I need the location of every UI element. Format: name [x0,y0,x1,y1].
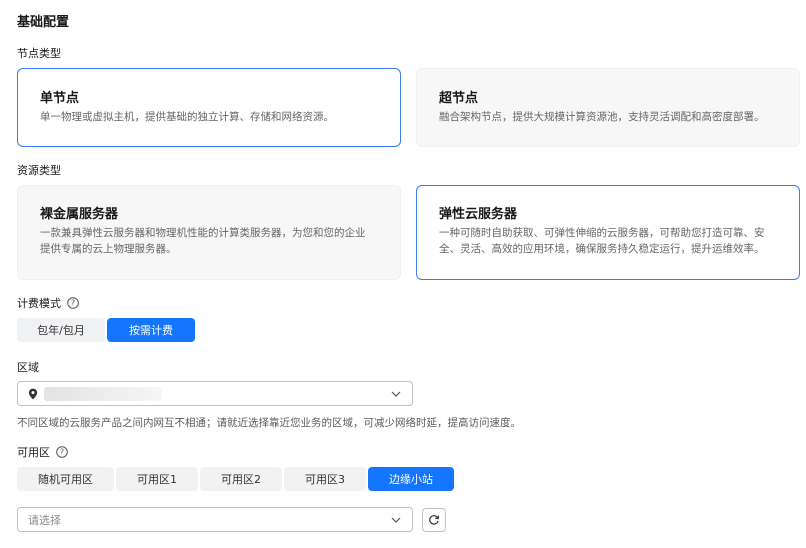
az-segmented: 随机可用区 可用区1 可用区2 可用区3 边缘小站 [17,467,454,491]
help-icon[interactable]: ? [56,446,68,458]
card-desc: 单一物理或虚拟主机，提供基础的独立计算、存储和网络资源。 [40,111,334,123]
az-label: 可用区 ? [17,444,68,460]
billing-label: 计费模式 ? [17,295,79,311]
az-select-placeholder: 请选择 [28,513,61,527]
card-title: 裸金属服务器 [40,207,119,222]
region-hint: 不同区域的云服务产品之间内网互不相通；请就近选择靠近您业务的区域，可减少网络时延… [17,417,521,429]
az-select[interactable]: 请选择 [17,507,413,532]
card-title: 弹性云服务器 [439,207,518,222]
card-desc-line2: 全、灵活、高效的应用环境，确保服务持久稳定运行，提升运维效率。 [439,243,765,255]
resource-type-card-bms[interactable]: 裸金属服务器 一款兼具弹性云服务器和物理机性能的计算类服务器，为您和您的企业 提… [17,185,401,280]
card-desc-line1: 一种可随时自助获取、可弹性伸缩的云服务器，可帮助您打造可靠、安 [439,227,765,239]
chevron-down-icon [390,388,402,400]
node-type-card-super[interactable]: 超节点 融合架构节点，提供大规模计算资源池，支持灵活调配和高密度部署。 [416,68,800,147]
location-pin-icon [28,388,38,400]
region-label: 区域 [17,359,39,375]
resource-type-label: 资源类型 [17,162,61,178]
az-option-2[interactable]: 可用区2 [200,467,282,491]
svg-text:?: ? [60,448,64,457]
billing-option-yearly[interactable]: 包年/包月 [17,318,105,342]
resource-type-card-ecs[interactable]: 弹性云服务器 一种可随时自助获取、可弹性伸缩的云服务器，可帮助您打造可靠、安 全… [416,185,800,280]
az-option-3[interactable]: 可用区3 [284,467,366,491]
az-option-edge-site[interactable]: 边缘小站 [368,467,454,491]
az-option-random[interactable]: 随机可用区 [17,467,114,491]
billing-segmented: 包年/包月 按需计费 [17,318,195,342]
card-title: 超节点 [439,91,479,106]
help-icon[interactable]: ? [67,297,79,309]
node-type-card-single[interactable]: 单节点 单一物理或虚拟主机，提供基础的独立计算、存储和网络资源。 [17,68,401,147]
billing-label-text: 计费模式 [17,297,61,310]
svg-text:?: ? [71,299,75,308]
node-type-label-text: 节点类型 [17,47,61,60]
az-option-1[interactable]: 可用区1 [116,467,198,491]
chevron-down-icon [390,514,402,526]
card-desc-line1: 一款兼具弹性云服务器和物理机性能的计算类服务器，为您和您的企业 [40,227,366,239]
card-desc-line2: 提供专属的云上物理服务器。 [40,243,177,255]
refresh-icon [428,514,440,526]
billing-option-on-demand[interactable]: 按需计费 [107,318,195,342]
resource-type-label-text: 资源类型 [17,164,61,177]
node-type-label: 节点类型 [17,45,61,61]
az-label-text: 可用区 [17,446,50,459]
region-label-text: 区域 [17,361,39,374]
refresh-button[interactable] [422,508,446,532]
card-desc: 融合架构节点，提供大规模计算资源池，支持灵活调配和高密度部署。 [439,111,765,123]
region-select[interactable] [17,381,413,406]
card-title: 单节点 [40,91,80,106]
region-value-redacted [44,386,162,401]
section-title: 基础配置 [17,15,70,30]
